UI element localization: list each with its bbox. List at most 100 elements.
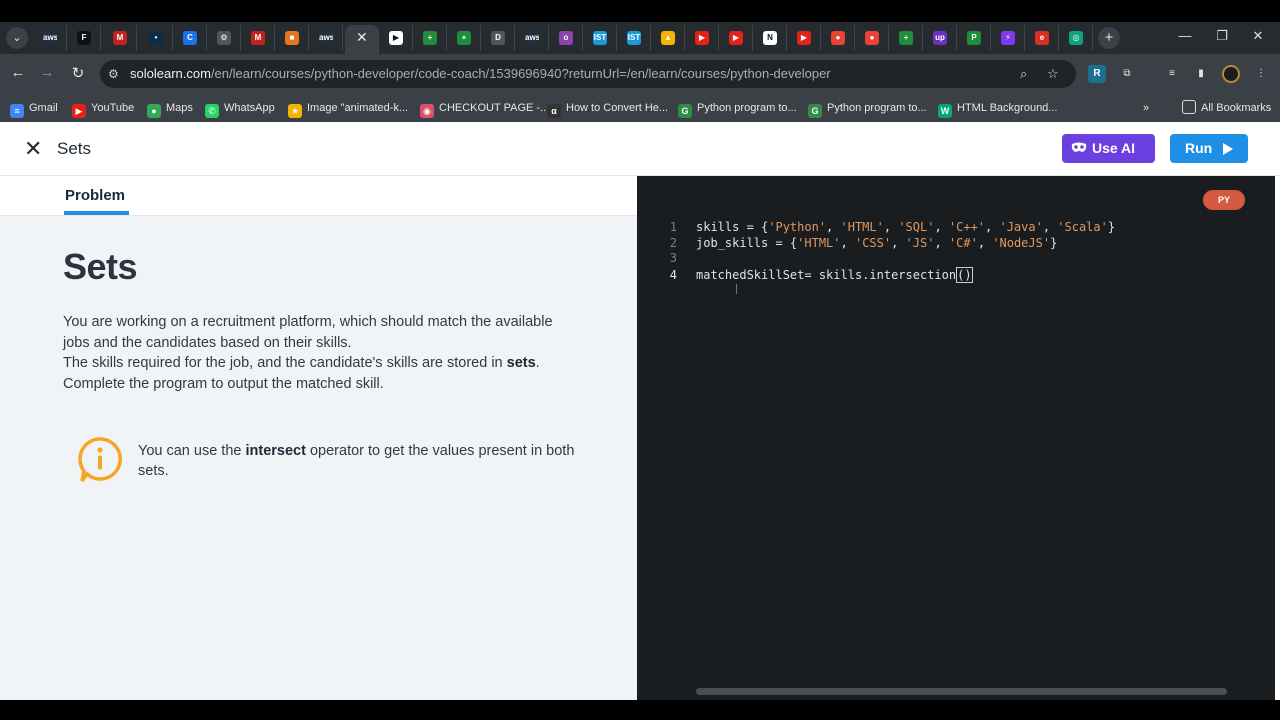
restore-icon[interactable]: ❐ bbox=[1212, 28, 1232, 44]
code-token: } bbox=[1107, 220, 1116, 234]
line-number: 4 bbox=[669, 267, 677, 282]
bookmark-item[interactable]: α How to Convert He... bbox=[547, 100, 668, 118]
browser-tab[interactable]: ▶ bbox=[787, 25, 821, 51]
tab-search-icon[interactable]: ⌄ bbox=[6, 27, 28, 49]
code-token: () bbox=[956, 266, 973, 283]
lesson-title: Sets bbox=[57, 139, 92, 158]
browser-tab[interactable]: aws bbox=[33, 25, 67, 51]
bookmark-item[interactable]: W HTML Background... bbox=[938, 100, 1057, 118]
window-close-icon[interactable]: ✕ bbox=[1248, 28, 1268, 44]
description-paragraph-3: Complete the program to output the match… bbox=[63, 375, 384, 392]
bookmark-item[interactable]: ◉ CHECKOUT PAGE -... bbox=[420, 100, 549, 118]
all-bookmarks[interactable]: All Bookmarks bbox=[1182, 100, 1271, 116]
browser-tab[interactable]: ⚡ bbox=[991, 25, 1025, 51]
doc-d-icon: D bbox=[491, 31, 505, 45]
side-panel-icon[interactable]: ▮ bbox=[1192, 65, 1210, 83]
browser-tab[interactable]: P bbox=[957, 25, 991, 51]
bookmark-label: WhatsApp bbox=[224, 102, 275, 114]
profile-avatar[interactable] bbox=[1222, 65, 1240, 83]
browser-tab[interactable]: F bbox=[67, 25, 101, 51]
horizontal-scrollbar[interactable] bbox=[696, 688, 1227, 695]
string-token: 'Python' bbox=[768, 220, 827, 234]
forward-icon[interactable]: → bbox=[37, 64, 57, 81]
browser-tab[interactable]: D bbox=[481, 25, 515, 51]
browser-tab[interactable]: ▶ bbox=[719, 25, 753, 51]
reload-icon[interactable]: ↻ bbox=[68, 64, 88, 82]
code-token: skills = { bbox=[696, 220, 769, 234]
upwork-icon: up bbox=[933, 31, 947, 45]
bookmark-item[interactable]: G Python program to... bbox=[678, 100, 797, 118]
code-line[interactable]: 4 matchedSkillSet= skills.intersection() bbox=[657, 266, 1115, 283]
code-area[interactable]: 1 skills = {'Python', 'HTML', 'SQL', 'C++… bbox=[657, 220, 1115, 283]
bookmark-item[interactable]: ● Maps bbox=[147, 100, 193, 118]
site-info-icon[interactable]: ⚙ bbox=[108, 67, 119, 81]
run-button[interactable]: Run bbox=[1170, 134, 1248, 163]
browser-tab[interactable]: M bbox=[103, 25, 137, 51]
string-token: 'Java' bbox=[999, 220, 1043, 234]
url-bar[interactable]: ⚙ sololearn.com/en/learn/courses/python-… bbox=[100, 60, 1076, 88]
browser-tab[interactable]: e bbox=[1025, 25, 1059, 51]
code-token: matchedSkillSet= skills.intersection bbox=[696, 267, 957, 282]
browser-tab[interactable]: C bbox=[173, 25, 207, 51]
tab-problem[interactable]: Problem bbox=[65, 187, 125, 204]
browser-tab[interactable]: o bbox=[549, 25, 583, 51]
maps-icon: ● bbox=[147, 104, 161, 118]
browser-tab[interactable]: aws bbox=[309, 25, 343, 51]
problem-heading: Sets bbox=[63, 246, 138, 287]
browser-tab[interactable]: aws bbox=[515, 25, 549, 51]
browser-tab[interactable]: ✕ bbox=[345, 25, 379, 54]
bookmark-item[interactable]: ★ Image "animated-k... bbox=[288, 100, 408, 118]
aws-icon: aws bbox=[43, 31, 57, 45]
browser-tab[interactable]: • bbox=[139, 25, 173, 51]
use-ai-button[interactable]: Use AI bbox=[1062, 134, 1155, 163]
code-line[interactable]: 3 bbox=[657, 251, 1115, 267]
browser-tab[interactable]: ◎ bbox=[1059, 25, 1093, 51]
maps-icon: ● bbox=[865, 31, 879, 45]
browser-tab[interactable]: + bbox=[413, 25, 447, 51]
code-token: job_skills = { bbox=[696, 235, 798, 250]
browser-tab[interactable]: + bbox=[889, 25, 923, 51]
browser-tab[interactable]: ▶ bbox=[379, 25, 413, 51]
back-icon[interactable]: ← bbox=[8, 64, 28, 81]
zoom-icon[interactable]: ⌕ bbox=[1020, 66, 1027, 82]
browser-tab[interactable]: N bbox=[753, 25, 787, 51]
bookmark-item[interactable]: ≡ Gmail bbox=[10, 100, 58, 118]
purple-icon: o bbox=[559, 31, 573, 45]
close-lesson-icon[interactable]: ✕ bbox=[24, 136, 42, 162]
chrome-menu-icon[interactable]: ⋮ bbox=[1252, 65, 1270, 83]
notion-icon: N bbox=[763, 31, 777, 45]
browser-tab[interactable]: IST bbox=[583, 25, 617, 51]
browser-tab[interactable]: + bbox=[447, 25, 481, 51]
extensions-puzzle-icon[interactable]: ⧉ bbox=[1118, 65, 1136, 83]
media-icon[interactable]: ≡ bbox=[1163, 65, 1181, 83]
code-line[interactable]: 2 job_skills = {'HTML', 'CSS', 'JS', 'C#'… bbox=[657, 236, 1115, 252]
bookmark-star-icon[interactable]: ☆ bbox=[1047, 66, 1059, 82]
url-text[interactable]: sololearn.com/en/learn/courses/python-de… bbox=[130, 66, 831, 81]
bookmarks-overflow-icon[interactable]: » bbox=[1143, 100, 1149, 116]
browser-tab[interactable]: ● bbox=[855, 25, 889, 51]
bookmark-item[interactable]: ✆ WhatsApp bbox=[205, 100, 275, 118]
browser-tab[interactable]: ■ bbox=[275, 25, 309, 51]
minimize-icon[interactable]: — bbox=[1175, 28, 1195, 43]
browser-tab-strip: ⌄ aws F M • C ⚙ M ■ aws ✕ ▶ + + Daws o IST IST ▲ ▶ ▶ N ▶ ● ● + up… bbox=[0, 22, 1280, 54]
browser-tab[interactable]: ▲ bbox=[651, 25, 685, 51]
new-tab-button[interactable]: + bbox=[1098, 27, 1120, 49]
bookmark-item[interactable]: ▶ YouTube bbox=[72, 100, 134, 118]
browser-tab[interactable]: M bbox=[241, 25, 275, 51]
line-number: 3 bbox=[669, 251, 677, 265]
extension-r-icon[interactable]: R bbox=[1088, 65, 1106, 83]
browser-tab[interactable]: ● bbox=[821, 25, 855, 51]
browser-tab[interactable]: ▶ bbox=[685, 25, 719, 51]
code-token: , bbox=[891, 235, 906, 250]
youtube-icon: ▶ bbox=[72, 104, 86, 118]
code-line[interactable]: 1 skills = {'Python', 'HTML', 'SQL', 'C++… bbox=[657, 220, 1115, 236]
browser-tab[interactable]: up bbox=[923, 25, 957, 51]
dot-icon: • bbox=[149, 31, 163, 45]
browser-tab[interactable]: IST bbox=[617, 25, 651, 51]
lesson-header: ✕ Sets Use AI Run bbox=[0, 122, 1280, 176]
code-editor[interactable]: PY 1 skills = {'Python', 'HTML', 'SQL', '… bbox=[637, 176, 1275, 700]
bookmark-item[interactable]: G Python program to... bbox=[808, 100, 927, 118]
close-icon[interactable]: ✕ bbox=[356, 29, 368, 46]
browser-tab[interactable]: ⚙ bbox=[207, 25, 241, 51]
lips-icon: ◉ bbox=[420, 104, 434, 118]
